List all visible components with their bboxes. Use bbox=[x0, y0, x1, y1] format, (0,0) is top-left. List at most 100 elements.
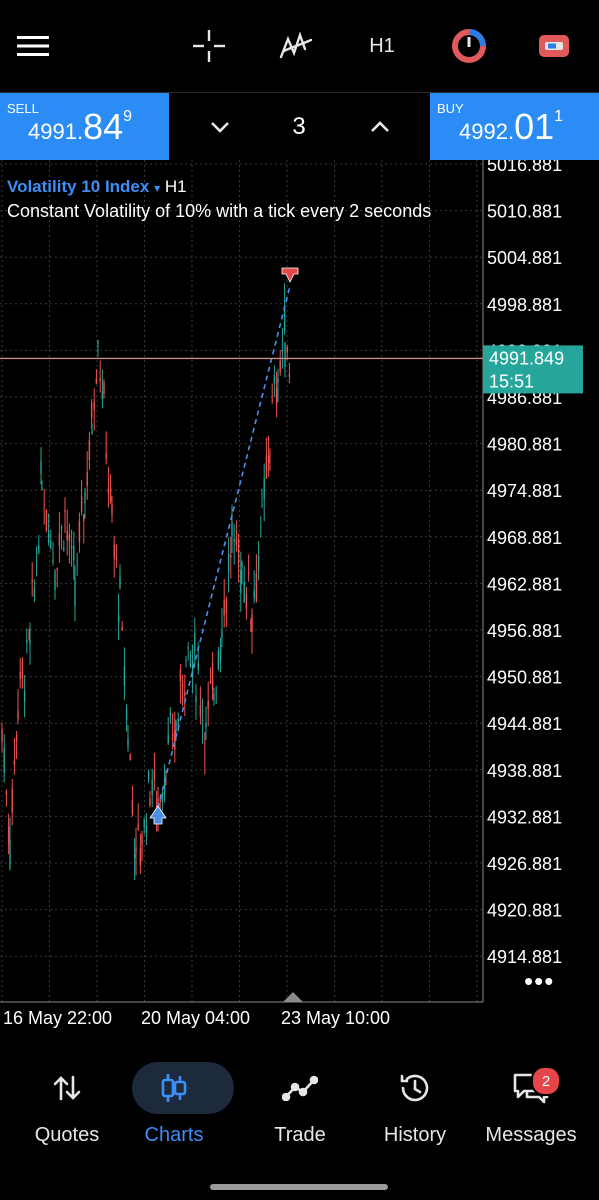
price-axis-label: 4944.881 bbox=[487, 714, 562, 734]
candle-body bbox=[275, 387, 278, 405]
symbol-name[interactable]: Volatility 10 Index bbox=[7, 177, 149, 196]
chart-shift-marker-icon bbox=[283, 992, 303, 1002]
candle-body bbox=[113, 544, 115, 559]
buy-price: 4992.011 bbox=[459, 106, 564, 147]
sell-button[interactable]: SELL 4991.849 bbox=[0, 93, 169, 160]
candle-body bbox=[187, 647, 189, 649]
timeframe-label: H1 bbox=[369, 34, 395, 57]
candle-body bbox=[225, 599, 228, 613]
price-axis-label: 4938.881 bbox=[487, 761, 562, 781]
price-axis-label: 4980.881 bbox=[487, 435, 562, 455]
nav-messages-label: Messages bbox=[485, 1124, 577, 1146]
candle-body bbox=[205, 722, 207, 727]
candle-body bbox=[147, 771, 150, 780]
candle-body bbox=[149, 798, 151, 806]
candle-body bbox=[115, 558, 118, 560]
candle-body bbox=[143, 819, 145, 828]
symbol-header: Volatility 10 Index ▾ H1 bbox=[7, 177, 187, 197]
objects-icon[interactable] bbox=[445, 22, 493, 70]
more-options-icon[interactable]: ••• bbox=[524, 966, 554, 997]
price-axis-label: 4914.881 bbox=[487, 947, 562, 967]
candle-body bbox=[219, 645, 222, 661]
candle-body bbox=[257, 555, 260, 571]
time-axis-label: 23 May 10:00 bbox=[281, 1008, 390, 1028]
price-axis-label: 4968.881 bbox=[487, 528, 562, 548]
price-chart[interactable]: 5016.8815010.8815004.8814998.8814992.881… bbox=[0, 160, 599, 1040]
candle-body bbox=[161, 792, 164, 803]
candle-body bbox=[245, 594, 248, 610]
timeframe-button[interactable]: H1 bbox=[358, 22, 406, 70]
bar-countdown: 15:51 bbox=[489, 371, 534, 391]
candle-body bbox=[97, 340, 99, 345]
nav-charts[interactable]: Charts bbox=[116, 1062, 234, 1152]
candle-body bbox=[93, 401, 95, 410]
candle-body bbox=[86, 472, 88, 486]
candle-body bbox=[117, 615, 120, 623]
nav-history[interactable]: History bbox=[357, 1062, 473, 1152]
symbol-caret-icon[interactable]: ▾ bbox=[154, 181, 160, 195]
candle-body bbox=[95, 378, 98, 384]
candle-body bbox=[66, 530, 68, 541]
candle-body bbox=[250, 622, 252, 624]
volume-value[interactable]: 3 bbox=[269, 93, 329, 160]
candle-body bbox=[47, 532, 50, 543]
candle-body bbox=[223, 600, 225, 616]
oneclick-toggle-icon[interactable] bbox=[530, 22, 578, 70]
nav-charts-label: Charts bbox=[144, 1124, 204, 1146]
price-axis-label: 4920.881 bbox=[487, 901, 562, 921]
candle-body bbox=[263, 478, 265, 499]
candle-body bbox=[194, 633, 196, 652]
candle-body bbox=[261, 504, 263, 506]
candle-body bbox=[247, 572, 250, 574]
candle-body bbox=[19, 672, 21, 680]
candle-body bbox=[121, 626, 123, 630]
nav-quotes[interactable]: Quotes bbox=[9, 1062, 125, 1152]
candle-body bbox=[243, 581, 245, 603]
candle-body bbox=[135, 847, 137, 853]
chart-canvas[interactable]: 5016.8815010.8815004.8814998.8814992.881… bbox=[0, 160, 599, 1040]
candle-body bbox=[137, 824, 139, 831]
quotes-icon bbox=[9, 1062, 125, 1114]
buy-button[interactable]: BUY 4992.011 bbox=[430, 93, 599, 160]
candle-body bbox=[31, 579, 33, 582]
candle-body bbox=[141, 834, 143, 846]
candle-body bbox=[68, 534, 71, 542]
candle-body bbox=[286, 346, 288, 353]
candle-body bbox=[265, 455, 268, 479]
candle-body bbox=[54, 570, 56, 591]
volume-decrease-button[interactable] bbox=[200, 107, 240, 147]
candle-body bbox=[58, 533, 61, 546]
candle-body bbox=[133, 853, 136, 858]
indicators-icon[interactable] bbox=[272, 22, 320, 70]
sell-arrow-icon bbox=[281, 267, 299, 283]
candle-body bbox=[207, 700, 209, 709]
candle-body bbox=[209, 681, 212, 683]
candle-body bbox=[288, 374, 291, 377]
symbol-description: Constant Volatility of 10% with a tick e… bbox=[7, 201, 432, 221]
time-axis-label: 20 May 04:00 bbox=[141, 1008, 250, 1028]
nav-trade[interactable]: Trade bbox=[242, 1062, 358, 1152]
candle-body bbox=[129, 755, 131, 761]
candle-body bbox=[284, 342, 286, 367]
candle-body bbox=[105, 453, 107, 458]
candle-body bbox=[279, 360, 281, 372]
volume-increase-button[interactable] bbox=[360, 107, 400, 147]
candle-body bbox=[171, 733, 174, 740]
candle-body bbox=[184, 691, 186, 696]
menu-icon[interactable] bbox=[9, 22, 57, 70]
candle-body bbox=[227, 553, 230, 573]
candle-body bbox=[5, 791, 8, 795]
candle-body bbox=[123, 666, 126, 686]
candle-body bbox=[88, 439, 91, 461]
candle-body bbox=[52, 560, 54, 563]
trade-icon bbox=[242, 1062, 358, 1114]
candle-body bbox=[195, 695, 197, 703]
candle-body bbox=[151, 779, 153, 796]
price-axis-label: 4950.881 bbox=[487, 668, 562, 688]
volume-control: 3 bbox=[170, 93, 428, 160]
bottom-navigation: Quotes Charts Trade History Messages 2 bbox=[0, 1050, 599, 1200]
candle-body bbox=[231, 521, 233, 537]
crosshair-icon[interactable] bbox=[185, 22, 233, 70]
candle-body bbox=[56, 567, 58, 570]
candle-body bbox=[111, 504, 113, 515]
